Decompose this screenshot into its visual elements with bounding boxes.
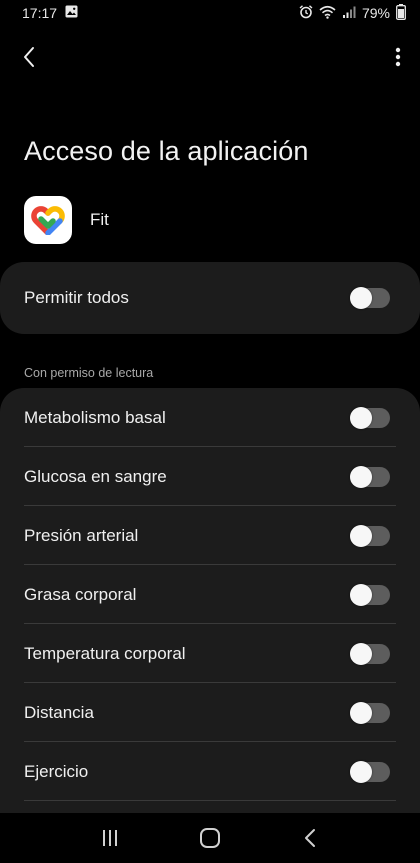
home-icon	[200, 828, 220, 848]
switch-knob	[350, 760, 372, 783]
list-item-temperatura-corporal[interactable]: Temperatura corporal	[0, 624, 420, 683]
switch-knob	[350, 406, 372, 429]
toggle-switch[interactable]	[350, 583, 390, 606]
back-button[interactable]	[14, 42, 44, 72]
wifi-icon	[319, 5, 336, 22]
allow-all-label: Permitir todos	[24, 288, 129, 307]
toggle-switch[interactable]	[350, 642, 390, 665]
image-icon	[65, 5, 78, 21]
list-item-glucosa-en-sangre[interactable]: Glucosa en sangre	[0, 447, 420, 506]
toggle-switch[interactable]	[350, 701, 390, 724]
read-permissions-list: Metabolismo basal Glucosa en sangre Pres…	[0, 388, 420, 858]
google-fit-icon	[24, 196, 72, 244]
back-arrow-icon	[305, 829, 315, 847]
allow-all-row[interactable]: Permitir todos	[0, 262, 420, 334]
nav-back-button[interactable]	[290, 818, 330, 858]
section-header-read: Con permiso de lectura	[24, 366, 154, 380]
page-title: Acceso de la aplicación	[24, 136, 309, 166]
list-item-grasa-corporal[interactable]: Grasa corporal	[0, 565, 420, 624]
more-options-button[interactable]	[386, 42, 410, 72]
switch-knob	[350, 465, 372, 488]
chevron-left-icon	[24, 47, 34, 67]
list-item-label: Distancia	[24, 702, 94, 722]
switch-knob	[350, 642, 372, 665]
list-item-metabolismo-basal[interactable]: Metabolismo basal	[0, 388, 420, 447]
app-info: Fit	[24, 196, 109, 244]
signal-icon	[342, 5, 356, 22]
alarm-icon	[299, 4, 313, 22]
divider	[24, 800, 396, 801]
system-navigation-bar	[0, 813, 420, 863]
recent-apps-icon	[103, 830, 117, 846]
list-item-distancia[interactable]: Distancia	[0, 683, 420, 742]
switch-knob	[350, 701, 372, 724]
list-item-label: Temperatura corporal	[24, 643, 186, 663]
switch-knob	[350, 524, 372, 547]
battery-icon	[396, 3, 406, 23]
home-button[interactable]	[190, 818, 230, 858]
list-item-label: Glucosa en sangre	[24, 466, 167, 486]
app-name: Fit	[90, 210, 109, 229]
toggle-switch[interactable]	[350, 406, 390, 429]
more-vert-icon	[395, 47, 401, 67]
switch-knob	[350, 583, 372, 606]
status-bar: 17:17 79%	[0, 0, 420, 26]
allow-all-card: Permitir todos	[0, 262, 420, 334]
list-item-label: Metabolismo basal	[24, 407, 166, 427]
list-item-label: Presión arterial	[24, 525, 139, 545]
status-time: 17:17	[22, 5, 58, 21]
recent-apps-button[interactable]	[90, 818, 130, 858]
toggle-switch[interactable]	[350, 465, 390, 488]
switch-knob	[350, 287, 372, 309]
battery-text: 79%	[361, 5, 390, 21]
list-item-label: Ejercicio	[24, 761, 89, 781]
list-item-presion-arterial[interactable]: Presión arterial	[0, 506, 420, 565]
allow-all-switch[interactable]	[350, 287, 390, 309]
list-item-ejercicio[interactable]: Ejercicio	[0, 742, 420, 801]
toggle-switch[interactable]	[350, 524, 390, 547]
top-app-bar	[0, 38, 420, 78]
list-item-label: Grasa corporal	[24, 584, 137, 604]
toggle-switch[interactable]	[350, 760, 390, 783]
